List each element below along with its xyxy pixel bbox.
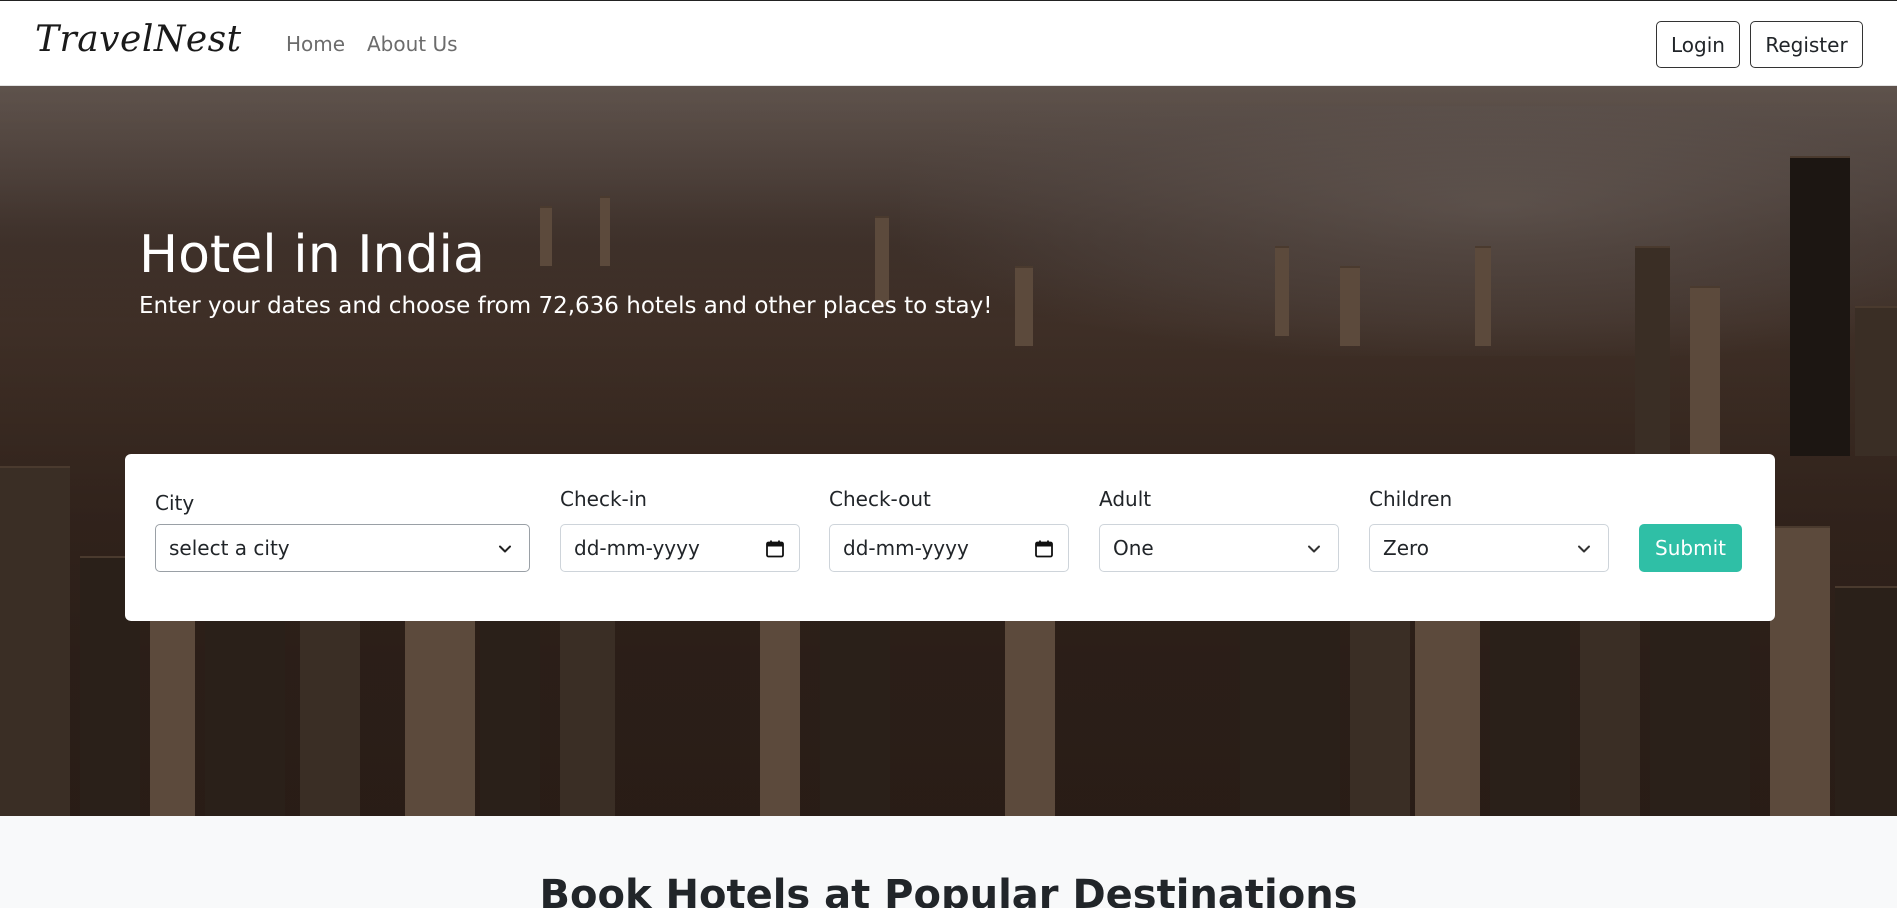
navbar: TravelNest Home About Us Login Register <box>0 0 1897 86</box>
nav-link-home[interactable]: Home <box>286 32 345 56</box>
checkout-date-input[interactable]: dd-mm-yyyy <box>829 524 1069 572</box>
search-form: City select a city Check-in dd-mm-yyyy C… <box>125 454 1775 621</box>
hero-banner: Hotel in India Enter your dates and choo… <box>0 86 1897 816</box>
adult-label: Adult <box>1099 487 1152 511</box>
hero-subtitle: Enter your dates and choose from 72,636 … <box>139 293 993 319</box>
checkin-placeholder: dd-mm-yyyy <box>574 536 700 560</box>
city-label: City <box>155 491 195 515</box>
checkout-placeholder: dd-mm-yyyy <box>843 536 969 560</box>
nav-link-about-us[interactable]: About Us <box>367 32 458 56</box>
checkin-label: Check-in <box>560 487 647 511</box>
calendar-icon[interactable] <box>1034 539 1054 559</box>
hero-lake <box>900 106 1897 356</box>
adult-select-value: One <box>1113 536 1154 560</box>
checkin-date-input[interactable]: dd-mm-yyyy <box>560 524 800 572</box>
adult-select[interactable]: One <box>1099 524 1339 572</box>
login-button[interactable]: Login <box>1656 21 1740 68</box>
children-label: Children <box>1369 487 1453 511</box>
chevron-down-icon <box>1308 545 1320 553</box>
chevron-down-icon <box>1578 545 1590 553</box>
city-select-value: select a city <box>169 536 290 560</box>
hero-title: Hotel in India <box>139 225 485 285</box>
calendar-icon[interactable] <box>765 539 785 559</box>
children-select-value: Zero <box>1383 536 1430 560</box>
register-button[interactable]: Register <box>1750 21 1863 68</box>
checkout-label: Check-out <box>829 487 931 511</box>
brand-logo[interactable]: TravelNest <box>35 19 242 60</box>
children-select[interactable]: Zero <box>1369 524 1609 572</box>
popular-destinations-title: Book Hotels at Popular Destinations <box>539 872 1358 908</box>
city-select[interactable]: select a city <box>155 524 530 572</box>
chevron-down-icon <box>499 545 511 553</box>
submit-button[interactable]: Submit <box>1639 524 1742 572</box>
